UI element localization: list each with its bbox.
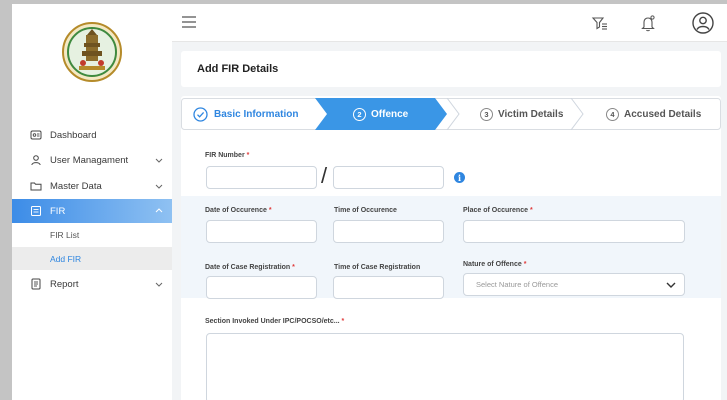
step-number: 3: [480, 107, 493, 121]
user-icon: [30, 154, 42, 166]
date-of-occurence-label: Date of Occurence *: [205, 207, 272, 214]
time-of-occurence-label: Time of Occurence: [334, 207, 397, 214]
folder-icon: [30, 180, 42, 192]
chevron-up-icon: [155, 208, 163, 213]
fir-number-part1-input[interactable]: [206, 166, 317, 189]
sidebar-item-label: Dashboard: [50, 129, 97, 141]
tamil-nadu-emblem-icon: [62, 22, 122, 82]
place-of-occurence-label: Place of Occurence *: [463, 207, 533, 214]
page-title: Add FIR Details: [181, 51, 721, 87]
chevron-down-icon: [155, 184, 163, 189]
info-icon[interactable]: i: [454, 172, 465, 183]
sidebar-item-user-management[interactable]: User Managament: [12, 148, 172, 172]
step-label: Accused Details: [624, 108, 702, 120]
chevron-down-icon: [666, 282, 676, 288]
time-of-registration-input[interactable]: [333, 276, 444, 299]
sidebar-item-master-data[interactable]: Master Data: [12, 174, 172, 198]
nature-of-offence-placeholder: Select Nature of Offence: [476, 280, 558, 289]
fir-number-separator: /: [321, 163, 328, 188]
step-number: 4: [606, 107, 619, 121]
step-basic-information[interactable]: Basic Information: [193, 98, 298, 130]
sidebar-item-dashboard[interactable]: Dashboard: [12, 123, 172, 147]
notification-bell-icon[interactable]: [638, 13, 658, 33]
filter-list-icon[interactable]: [590, 13, 610, 33]
report-icon: [30, 278, 42, 290]
chevron-down-icon: [155, 158, 163, 163]
date-of-registration-label: Date of Case Registration *: [205, 264, 295, 271]
step-label: Victim Details: [498, 108, 564, 120]
place-of-occurence-input[interactable]: [463, 220, 685, 243]
sidebar-item-fir[interactable]: FIR: [12, 199, 172, 223]
time-of-occurence-input[interactable]: [333, 220, 444, 243]
form-stepper: Basic Information 2 Offence 3 Victim Det…: [181, 98, 721, 130]
top-bar: [172, 4, 727, 42]
fir-number-part2-input[interactable]: [333, 166, 444, 189]
fir-number-label: FIR Number *: [205, 152, 250, 159]
sidebar-item-label: Report: [50, 278, 79, 290]
step-victim-details[interactable]: 3 Victim Details: [480, 98, 563, 130]
step-label: Offence: [371, 108, 409, 120]
fir-form-card: Basic Information 2 Offence 3 Victim Det…: [181, 96, 721, 400]
sidebar: Dashboard User Managament Master Data FI…: [12, 4, 172, 400]
date-of-occurence-input[interactable]: [206, 220, 317, 243]
step-offence[interactable]: 2 Offence: [353, 98, 408, 130]
nature-of-offence-label: Nature of Offence *: [463, 261, 527, 268]
step-label: Basic Information: [214, 108, 299, 120]
sidebar-item-label: FIR: [50, 205, 66, 217]
step-accused-details[interactable]: 4 Accused Details: [606, 98, 701, 130]
section-invoked-textarea[interactable]: [206, 333, 684, 400]
app-frame: Dashboard User Managament Master Data FI…: [12, 4, 727, 400]
sidebar-item-report[interactable]: Report: [12, 272, 172, 296]
chevron-down-icon: [155, 282, 163, 287]
dashboard-icon: [30, 129, 42, 141]
sidebar-subitem-add-fir[interactable]: Add FIR: [12, 247, 172, 270]
sidebar-item-label: Master Data: [50, 180, 102, 192]
sidebar-item-label: User Managament: [50, 154, 129, 166]
date-of-registration-input[interactable]: [206, 276, 317, 299]
user-avatar-icon[interactable]: [692, 12, 714, 34]
menu-icon[interactable]: [182, 16, 196, 28]
nature-of-offence-select[interactable]: Select Nature of Offence: [463, 273, 685, 296]
section-invoked-label: Section Invoked Under IPC/POCSO/etc... *: [205, 318, 345, 325]
time-of-registration-label: Time of Case Registration: [334, 264, 421, 271]
fir-icon: [30, 205, 42, 217]
sidebar-subitem-fir-list[interactable]: FIR List: [12, 223, 172, 246]
step-number: 2: [353, 107, 366, 121]
check-circle-icon: [193, 106, 208, 122]
